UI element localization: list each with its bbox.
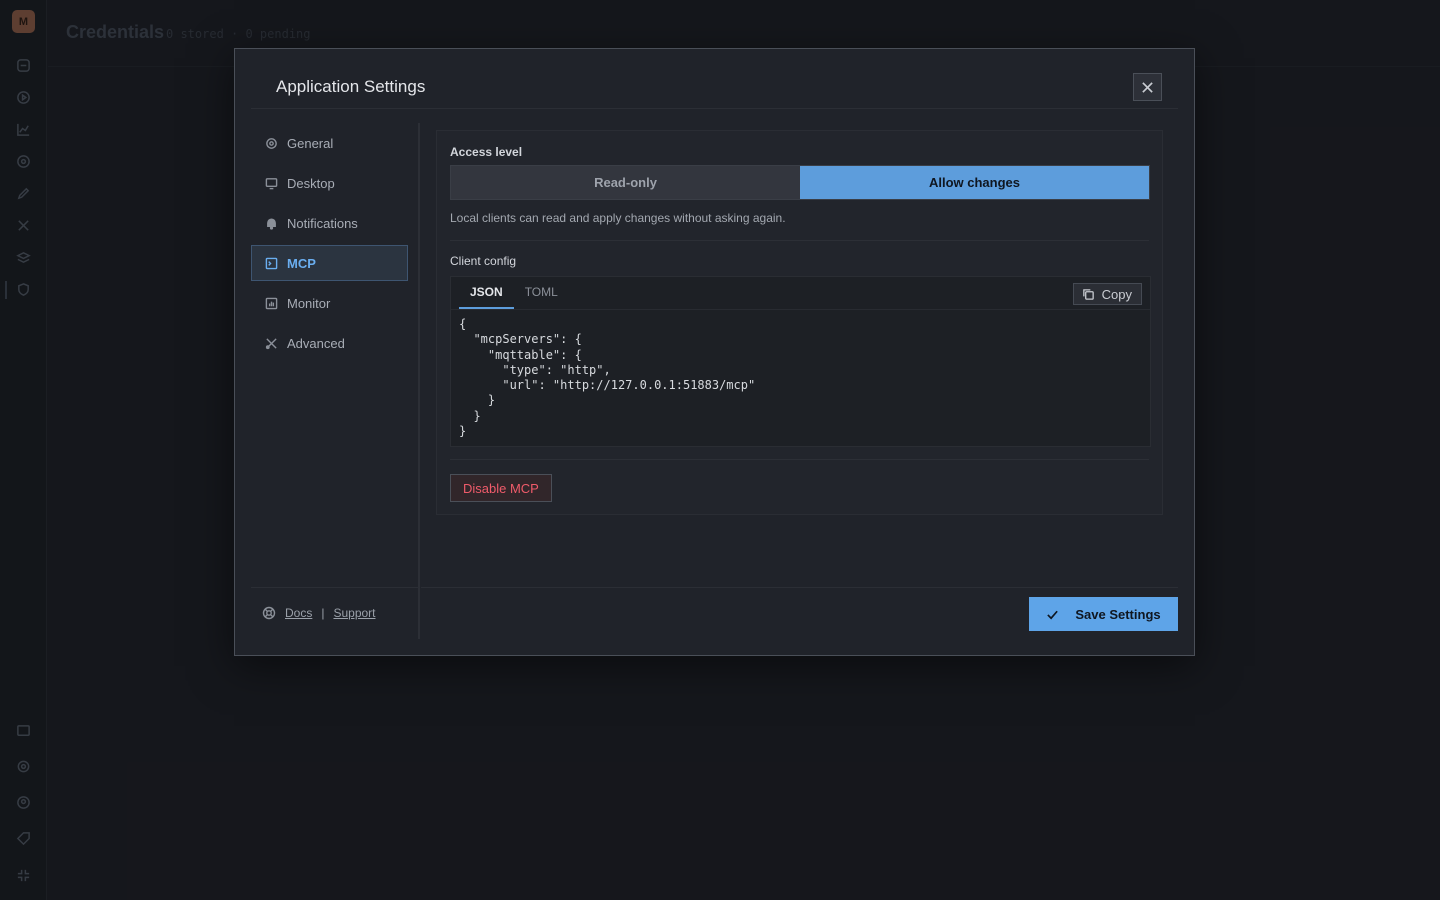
modal-footer-divider	[421, 587, 1178, 588]
monitor-icon	[264, 176, 278, 190]
bell-icon	[264, 216, 278, 230]
check-icon	[1047, 610, 1059, 619]
modal-header-divider	[251, 108, 1178, 109]
nav-label: Notifications	[287, 215, 358, 231]
help-links: Docs | Support	[262, 606, 376, 620]
client-config-box: JSON TOML Copy { "mcpServers": { "mqttab…	[450, 276, 1151, 447]
mcp-settings-card: Access level Read-only Allow changes Loc…	[436, 130, 1163, 515]
nav-item-general[interactable]: General	[251, 125, 408, 161]
nav-item-desktop[interactable]: Desktop	[251, 165, 408, 201]
copy-icon	[1082, 288, 1094, 300]
save-settings-label: Save Settings	[1075, 606, 1161, 622]
allow-changes-option[interactable]: Allow changes	[800, 166, 1149, 199]
config-format-tabs: JSON TOML	[459, 277, 569, 309]
card-divider	[450, 459, 1149, 460]
nav-footer-divider	[251, 587, 419, 588]
nav-label: Monitor	[287, 295, 331, 311]
modal-title: Application Settings	[276, 77, 426, 96]
access-level-label: Access level	[450, 145, 523, 159]
close-icon	[1142, 81, 1153, 93]
card-divider	[450, 240, 1149, 241]
nav-label: General	[287, 135, 334, 151]
gear-icon	[264, 136, 278, 150]
settings-nav: General Desktop Notifications MCP Monito…	[251, 125, 408, 365]
tab-toml[interactable]: TOML	[514, 277, 569, 309]
tab-json[interactable]: JSON	[459, 277, 514, 309]
nav-item-monitor[interactable]: Monitor	[251, 285, 408, 321]
copy-button-label: Copy	[1101, 286, 1132, 302]
close-button[interactable]	[1133, 73, 1162, 101]
settings-modal: Application Settings General Desktop Not…	[234, 48, 1195, 656]
support-link[interactable]: Support	[333, 606, 375, 620]
access-level-toggle: Read-only Allow changes	[450, 165, 1150, 200]
nav-item-advanced[interactable]: Advanced	[251, 325, 408, 361]
nav-label: Advanced	[287, 335, 345, 351]
terminal-icon	[264, 256, 278, 270]
link-separator: |	[321, 606, 325, 620]
nav-item-notifications[interactable]: Notifications	[251, 205, 408, 241]
nav-item-mcp[interactable]: MCP	[251, 245, 408, 281]
copy-button[interactable]: Copy	[1072, 283, 1142, 305]
nav-label: Desktop	[287, 175, 335, 191]
client-config-label: Client config	[450, 254, 517, 268]
lifebuoy-icon	[262, 606, 276, 620]
nav-separator	[418, 123, 420, 639]
access-level-description: Local clients can read and apply changes…	[450, 211, 786, 225]
read-only-option[interactable]: Read-only	[451, 166, 800, 199]
disable-mcp-button[interactable]: Disable MCP	[450, 474, 552, 502]
docs-link[interactable]: Docs	[285, 606, 312, 620]
save-settings-button[interactable]: Save Settings	[1029, 597, 1178, 631]
code-divider	[451, 309, 1150, 310]
nav-label: MCP	[287, 255, 316, 271]
bar-chart-icon	[264, 296, 278, 310]
tools-icon	[264, 336, 278, 350]
config-code[interactable]: { "mcpServers": { "mqttable": { "type": …	[459, 317, 755, 439]
